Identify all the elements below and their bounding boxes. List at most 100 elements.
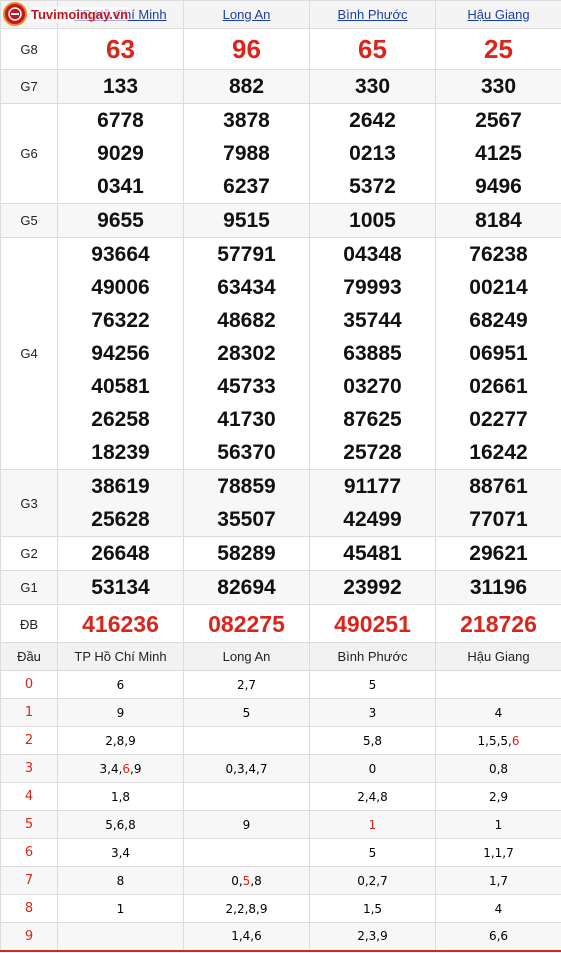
loto-dau: 9 bbox=[0, 922, 58, 952]
loto-row: 1 9 5 3 4 bbox=[0, 698, 561, 727]
prize-number: 8184 bbox=[475, 209, 522, 232]
prize-number: 87625 bbox=[343, 408, 402, 431]
loto-digits: 4 bbox=[494, 705, 503, 720]
prize-number: 65 bbox=[358, 34, 387, 64]
prize-cell: 330 bbox=[309, 69, 436, 104]
loto-highlight: 1 bbox=[368, 817, 377, 832]
loto-digits: 4 bbox=[494, 901, 503, 916]
prize-number: 63 bbox=[106, 34, 135, 64]
prize-cell: 45481 bbox=[309, 536, 436, 571]
prize-number: 41730 bbox=[217, 408, 276, 431]
loto-cell: 1,8 bbox=[57, 782, 184, 811]
loto-digits: 2,7 bbox=[236, 677, 257, 692]
loto-cell: 3 bbox=[309, 698, 436, 727]
loto-digits: 5,6,8 bbox=[105, 817, 136, 832]
prize-row: G7 133 882 330 330 bbox=[0, 69, 561, 104]
prize-cell: 490251 bbox=[309, 604, 436, 646]
prize-number: 9655 bbox=[97, 209, 144, 232]
prize-cell: 2567 4125 9496 bbox=[435, 103, 561, 204]
prize-number: 42499 bbox=[343, 508, 402, 531]
loto-digits: 6 bbox=[116, 677, 125, 692]
province-link[interactable]: Hậu Giang bbox=[467, 7, 529, 22]
loto-cell: 0,8 bbox=[435, 754, 561, 783]
prize-label: G6 bbox=[0, 103, 58, 204]
loto-digits: 1,8 bbox=[110, 789, 131, 804]
loto-row: 0 6 2,7 5 bbox=[0, 670, 561, 699]
prize-number: 9496 bbox=[475, 175, 522, 198]
loto-cell: 4 bbox=[435, 698, 561, 727]
loto-cell: 0,5,8 bbox=[183, 866, 310, 895]
loto-digits: ,9 bbox=[130, 761, 142, 776]
loto-table: Đầu TP Hồ Chí Minh Long An Bình Phước Hậ… bbox=[0, 642, 561, 952]
loto-cell: 2,8,9 bbox=[57, 726, 184, 755]
loto-cell: 4 bbox=[435, 894, 561, 923]
prize-number: 9515 bbox=[223, 209, 270, 232]
loto-digits: 3 bbox=[368, 705, 377, 720]
prize-number: 0341 bbox=[97, 175, 144, 198]
prize-cell: 1005 bbox=[309, 203, 436, 238]
loto-header-province: Long An bbox=[183, 642, 310, 671]
loto-dau: 5 bbox=[0, 810, 58, 839]
prize-number: 26258 bbox=[91, 408, 150, 431]
loto-digits: 2,9 bbox=[488, 789, 509, 804]
prize-number: 133 bbox=[102, 75, 139, 98]
loto-dau: 6 bbox=[0, 838, 58, 867]
prize-label: G3 bbox=[0, 469, 58, 537]
loto-cell: 2,4,8 bbox=[309, 782, 436, 811]
prize-row: G8 63 96 65 25 bbox=[0, 28, 561, 70]
prize-number: 5372 bbox=[349, 175, 396, 198]
province-link[interactable]: Long An bbox=[223, 7, 271, 22]
loto-cell: 1 bbox=[435, 810, 561, 839]
prize-number: 35507 bbox=[217, 508, 276, 531]
prize-number: 03270 bbox=[343, 375, 402, 398]
loto-row: 8 1 2,2,8,9 1,5 4 bbox=[0, 894, 561, 923]
loto-cell: 6 bbox=[57, 670, 184, 699]
prize-cell: 63 bbox=[57, 28, 184, 70]
loto-digits: 2,3,9 bbox=[357, 929, 388, 944]
loto-cell: 2,2,8,9 bbox=[183, 894, 310, 923]
prize-number: 2567 bbox=[475, 109, 522, 132]
loto-digits: 1 bbox=[116, 901, 125, 916]
province-link[interactable]: Bình Phước bbox=[338, 7, 408, 22]
loto-cell bbox=[183, 838, 310, 867]
prize-cell: 25 bbox=[435, 28, 561, 70]
prize-cell: 65 bbox=[309, 28, 436, 70]
prize-number: 91177 bbox=[343, 475, 402, 498]
prize-number: 53134 bbox=[91, 576, 150, 599]
loto-header-province: Hậu Giang bbox=[435, 642, 561, 671]
prize-number: 0213 bbox=[349, 142, 396, 165]
prize-number: 49006 bbox=[91, 276, 150, 299]
prize-row: G1 53134 82694 23992 31196 bbox=[0, 570, 561, 605]
prize-cell: 133 bbox=[57, 69, 184, 104]
prize-cell: 38619 25628 bbox=[57, 469, 184, 537]
prize-number: 96 bbox=[232, 34, 261, 64]
loto-cell: 1,1,7 bbox=[435, 838, 561, 867]
prize-cell: 882 bbox=[183, 69, 310, 104]
loto-digits: 6,6 bbox=[488, 929, 509, 944]
prize-row: G4 93664 49006 76322 94256 40581 26258 18239 577… bbox=[0, 237, 561, 470]
prize-label: G8 bbox=[0, 28, 58, 70]
loto-digits: 0, bbox=[231, 873, 243, 888]
loto-cell: 8 bbox=[57, 866, 184, 895]
province-header: Bình Phước bbox=[309, 0, 436, 29]
prize-cell: 31196 bbox=[435, 570, 561, 605]
prize-number: 3878 bbox=[223, 109, 270, 132]
loto-cell: 1 bbox=[309, 810, 436, 839]
prize-number: 31196 bbox=[469, 576, 528, 599]
prize-cell: 53134 bbox=[57, 570, 184, 605]
site-logo[interactable]: Tuvimoingay.vn bbox=[0, 0, 160, 28]
prize-number: 93664 bbox=[91, 243, 150, 266]
prize-label: G1 bbox=[0, 570, 58, 605]
prize-number: 76238 bbox=[469, 243, 528, 266]
loto-dau: 4 bbox=[0, 782, 58, 811]
logo-text: Tuvimoingay.vn bbox=[31, 6, 129, 22]
loto-digits: 0 bbox=[368, 761, 377, 776]
prize-number: 490251 bbox=[334, 611, 411, 638]
prize-number: 78859 bbox=[217, 475, 276, 498]
prize-number: 56370 bbox=[217, 441, 276, 464]
prize-number: 63434 bbox=[217, 276, 276, 299]
prize-cell: 58289 bbox=[183, 536, 310, 571]
prize-number: 35744 bbox=[343, 309, 402, 332]
prize-number: 6778 bbox=[97, 109, 144, 132]
prize-number: 25 bbox=[484, 34, 513, 64]
